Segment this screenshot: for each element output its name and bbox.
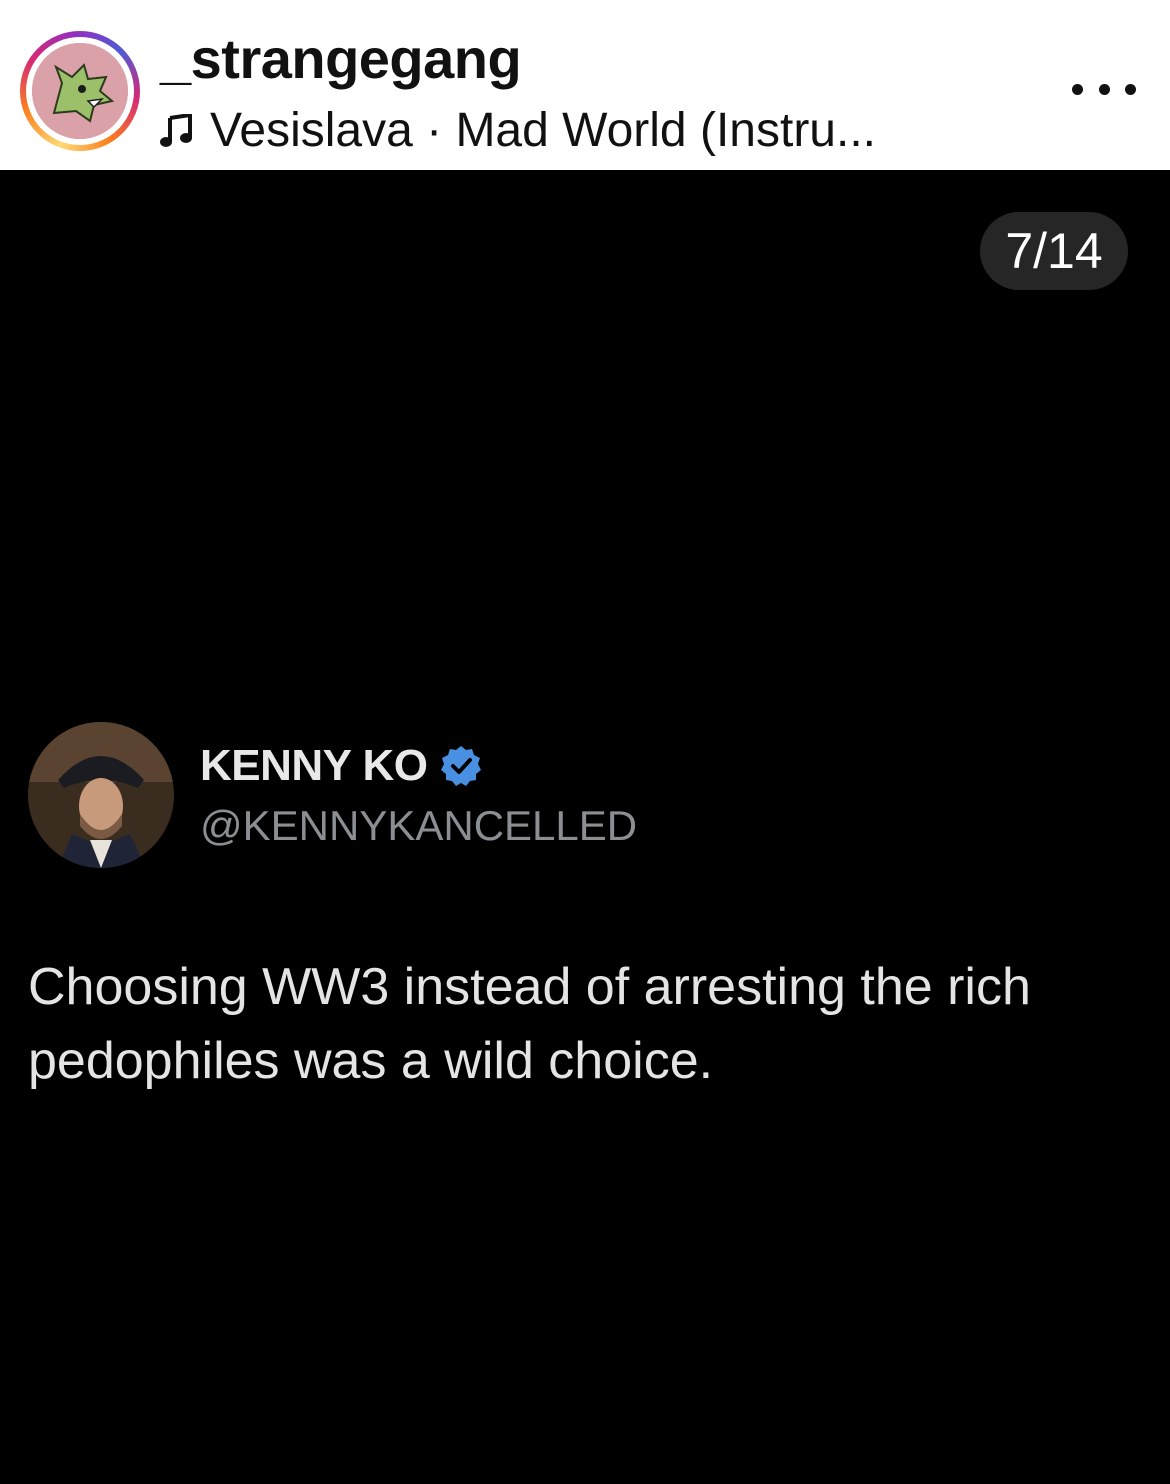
carousel-counter: 7/14 — [980, 212, 1128, 290]
username[interactable]: _strangegang — [160, 24, 522, 94]
tweet-avatar — [28, 722, 174, 868]
tweet-author: KENNY KO — [200, 738, 483, 794]
more-dot-icon — [1125, 83, 1136, 95]
post-header: _strangegang Vesislava · Mad World (Inst… — [0, 0, 1170, 170]
more-dot-icon — [1072, 83, 1083, 95]
tweet-handle: @KENNYKANCELLED — [200, 802, 638, 849]
avatar-wolf-image — [32, 43, 128, 139]
music-note-icon — [160, 114, 192, 147]
avatar-border — [26, 37, 134, 145]
more-dot-icon — [1098, 83, 1110, 95]
audio-track[interactable]: Vesislava · Mad World (Instru... — [160, 98, 876, 164]
verified-badge-icon — [441, 746, 482, 786]
audio-track-label: Vesislava · Mad World (Instru... — [210, 104, 876, 157]
tweet-display-name: KENNY KO — [200, 741, 428, 790]
profile-avatar[interactable] — [20, 31, 140, 151]
more-options-button[interactable] — [1072, 74, 1136, 104]
tweet-text: Choosing WW3 instead of arresting the ri… — [28, 958, 1031, 1090]
